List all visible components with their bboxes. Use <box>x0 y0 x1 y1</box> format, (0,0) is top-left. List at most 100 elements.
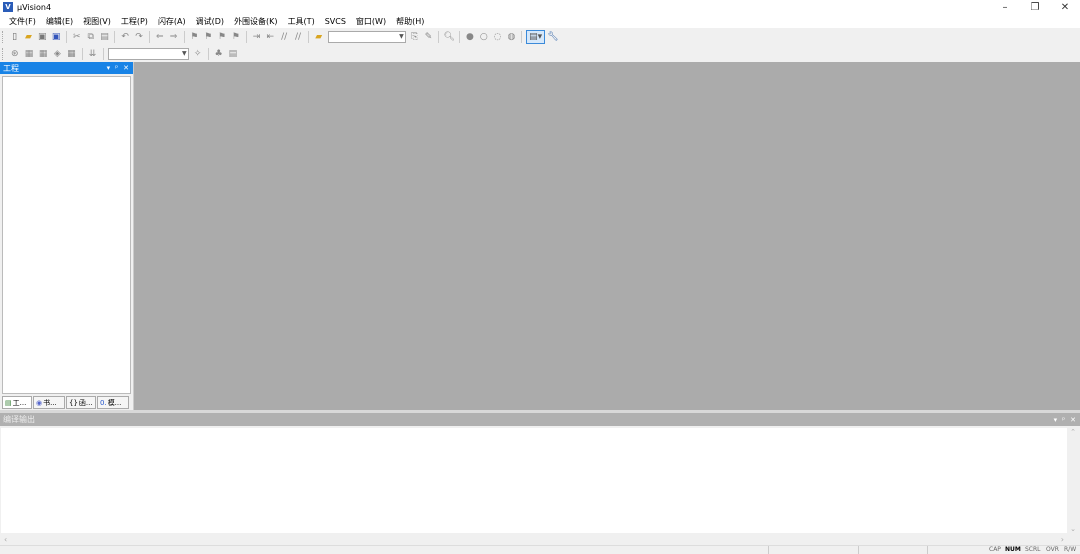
window-layout-button[interactable]: ▤▾ <box>526 30 546 44</box>
menu-tools[interactable]: 工具(T) <box>283 16 320 27</box>
save-icon[interactable]: ▣ <box>36 30 48 44</box>
templates-tab-icon: 0. <box>100 398 107 407</box>
menu-project[interactable]: 工程(P) <box>116 16 153 27</box>
separator <box>114 31 116 43</box>
download-icon[interactable]: ⇊ <box>86 47 98 61</box>
open-file-icon[interactable]: ▰ <box>23 30 35 44</box>
debug-start-icon[interactable]: 🔍︎ <box>443 30 455 44</box>
nav-back-icon[interactable]: ⇐ <box>154 30 166 44</box>
menu-svcs[interactable]: SVCS <box>320 17 351 26</box>
separator <box>207 48 209 60</box>
build-icon[interactable]: ▦ <box>23 47 35 61</box>
scroll-up-icon[interactable]: ⌃ <box>1070 428 1076 436</box>
redo-icon[interactable]: ↷ <box>133 30 145 44</box>
build-output-title: 编译输出 <box>3 415 35 424</box>
status-bar: CAP NUM SCRL OVR R/W <box>0 545 1080 554</box>
menu-view[interactable]: 视图(V) <box>78 16 116 27</box>
scroll-down-icon[interactable]: ⌄ <box>1070 525 1076 533</box>
horizontal-scrollbar[interactable]: ‹ › <box>1 533 1067 545</box>
chevron-down-icon[interactable]: ▼ <box>399 32 404 42</box>
new-file-icon[interactable]: ▯ <box>9 30 21 44</box>
title-bar: V µVision4 – ❐ ✕ <box>0 0 1080 14</box>
uncomment-icon[interactable]: // <box>292 30 304 44</box>
unindent-icon[interactable]: ⇤ <box>264 30 276 44</box>
batch-build-icon[interactable]: ◈ <box>51 47 63 61</box>
translate-icon[interactable]: ⊛ <box>9 47 21 61</box>
file-extensions-icon[interactable]: ▤ <box>227 47 239 61</box>
separator <box>521 31 523 43</box>
build-output-text[interactable] <box>1 428 1067 533</box>
undo-icon[interactable]: ↶ <box>119 30 131 44</box>
close-icon[interactable]: ✕ <box>123 64 129 72</box>
close-button[interactable]: ✕ <box>1050 0 1080 14</box>
project-tree[interactable] <box>2 76 131 394</box>
find-combo[interactable]: ▼ <box>327 31 406 43</box>
app-logo-icon: V <box>3 2 13 12</box>
separator <box>102 48 104 60</box>
manage-components-icon[interactable]: ♣ <box>213 47 225 61</box>
toolbar-grip[interactable] <box>2 31 5 43</box>
nav-forward-icon[interactable]: ⇒ <box>168 30 180 44</box>
find-in-files-icon[interactable]: ▰ <box>313 30 325 44</box>
menu-help[interactable]: 帮助(H) <box>391 16 429 27</box>
menu-flash[interactable]: 闪存(A) <box>153 16 191 27</box>
bookmark-toggle-icon[interactable]: ⚑ <box>188 30 200 44</box>
maximize-button[interactable]: ❐ <box>1020 0 1050 14</box>
toolbar-grip[interactable] <box>2 48 5 60</box>
build-toolbar: ⊛ ▦ ▦ ◈ ▦ ⇊ ▼ ✧ ♣ ▤ <box>0 46 240 62</box>
menu-window[interactable]: 窗口(W) <box>351 16 391 27</box>
bookmark-clear-icon[interactable]: ⚑ <box>230 30 242 44</box>
editor-area <box>134 62 1080 410</box>
configure-icon[interactable]: 🔧︎ <box>547 30 559 44</box>
close-icon[interactable]: ✕ <box>1070 416 1076 424</box>
separator <box>307 31 309 43</box>
pin-icon[interactable]: ᵖ <box>115 64 118 72</box>
save-all-icon[interactable]: ▣ <box>50 30 62 44</box>
tab-functions[interactable]: {} 函... <box>66 396 96 409</box>
tab-label: 函... <box>78 398 93 407</box>
project-tab-icon: ▤ <box>5 398 12 407</box>
panel-menu-icon[interactable]: ▾ <box>107 64 111 72</box>
chevron-down-icon[interactable]: ▼ <box>182 49 187 59</box>
file-toolbar: ▯ ▰ ▣ ▣ ✂ ⧉ ▤ ↶ ↷ ⇐ ⇒ ⚑ ⚑ ⚑ ⚑ ⇥ ⇤ // // … <box>0 29 560 45</box>
tab-books[interactable]: ◉ 书... <box>33 396 65 409</box>
breakpoint-disable-all-icon[interactable]: ◌ <box>492 30 504 44</box>
functions-tab-icon: {} <box>69 398 78 407</box>
panel-menu-icon[interactable]: ▾ <box>1054 416 1058 424</box>
find-replace-icon[interactable]: ✎ <box>423 30 435 44</box>
cut-icon[interactable]: ✂ <box>71 30 83 44</box>
separator <box>66 31 67 43</box>
minimize-button[interactable]: – <box>990 0 1020 14</box>
separator <box>245 31 247 43</box>
menu-peripherals[interactable]: 外围设备(K) <box>229 16 283 27</box>
breakpoint-insert-icon[interactable]: ● <box>464 30 476 44</box>
incremental-find-icon[interactable]: ⎘ <box>409 30 421 44</box>
books-tab-icon: ◉ <box>36 398 43 407</box>
breakpoint-kill-all-icon[interactable]: ◍ <box>506 30 518 44</box>
separator <box>183 31 185 43</box>
copy-icon[interactable]: ⧉ <box>85 30 97 44</box>
tab-templates[interactable]: 0. 模... <box>97 396 129 409</box>
indent-icon[interactable]: ⇥ <box>251 30 263 44</box>
comment-icon[interactable]: // <box>278 30 290 44</box>
scroll-left-icon[interactable]: ‹ <box>4 535 7 544</box>
target-options-icon[interactable]: ✧ <box>192 47 204 61</box>
project-panel-header: 工程 ▾ ᵖ ✕ <box>0 62 133 74</box>
project-panel-title: 工程 <box>3 63 19 73</box>
menu-debug[interactable]: 调试(D) <box>191 16 229 27</box>
tab-project[interactable]: ▤ 工... <box>2 396 32 409</box>
target-combo[interactable]: ▼ <box>108 48 189 60</box>
paste-icon[interactable]: ▤ <box>99 30 111 44</box>
breakpoint-disable-icon[interactable]: ○ <box>478 30 490 44</box>
menu-edit[interactable]: 编辑(E) <box>41 16 78 27</box>
bookmark-prev-icon[interactable]: ⚑ <box>202 30 214 44</box>
vertical-scrollbar[interactable]: ⌃ ⌄ <box>1067 428 1079 533</box>
menu-file[interactable]: 文件(F) <box>4 16 41 27</box>
rebuild-icon[interactable]: ▦ <box>37 47 49 61</box>
pin-icon[interactable]: ᵖ <box>1062 416 1065 424</box>
bookmark-next-icon[interactable]: ⚑ <box>216 30 228 44</box>
stop-build-icon[interactable]: ▦ <box>65 47 77 61</box>
separator <box>438 31 440 43</box>
build-output-header: 编译输出 ▾ ᵖ ✕ <box>0 413 1080 426</box>
scroll-right-icon[interactable]: › <box>1061 535 1064 544</box>
